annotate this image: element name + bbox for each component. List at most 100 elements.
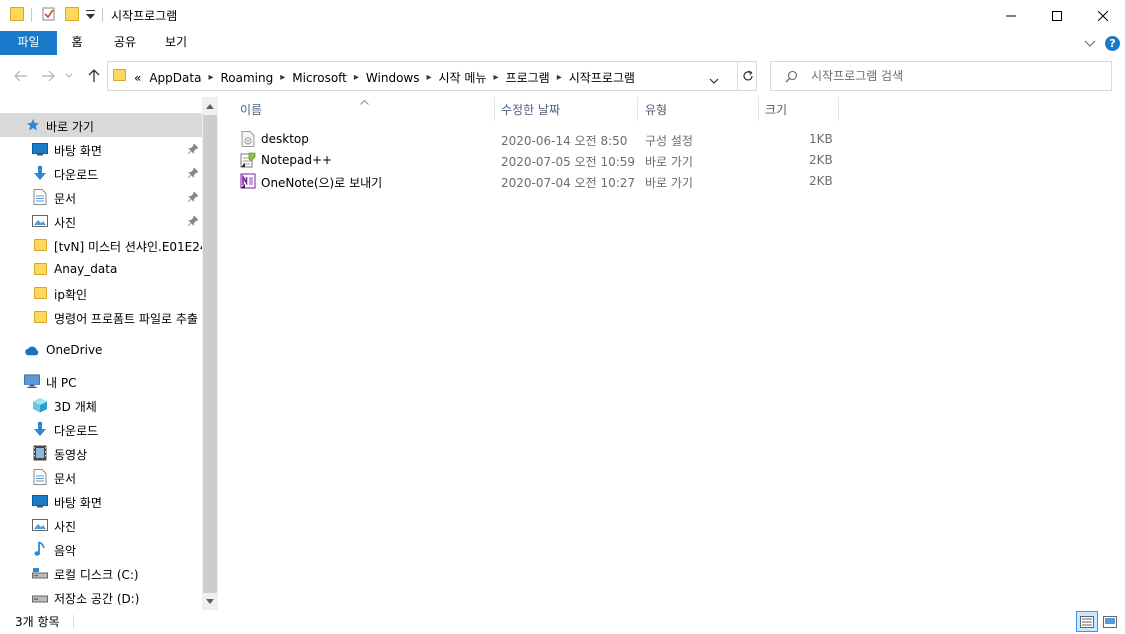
sidebar-item-this-pc[interactable]: 내 PC [0, 369, 202, 393]
large-icons-view-button[interactable] [1099, 611, 1121, 632]
breadcrumb-separator-icon[interactable]: ▸ [554, 72, 565, 83]
column-header-date[interactable]: 수정한 날짜 [501, 97, 560, 124]
sidebar-item-desktop[interactable]: 바탕 화면 [0, 137, 202, 161]
tab-file[interactable]: 파일 [0, 31, 57, 55]
sidebar-item-onedrive[interactable]: OneDrive [0, 338, 202, 362]
status-bar: 3개 항목 [0, 610, 1125, 634]
sidebar-item-pictures[interactable]: 사진 [0, 209, 202, 233]
file-list: 이름 수정한 날짜 유형 크기 desktop 2020-06-14 오전 8:… [218, 97, 1125, 610]
up-button[interactable] [85, 68, 103, 84]
sidebar-item-label: 문서 [54, 192, 77, 206]
item-count: 3개 항목 [15, 615, 60, 629]
sidebar-item-tvn-folder[interactable]: [tvN] 미스터 션샤인.E01E24 [0, 233, 202, 257]
breadcrumb-separator-icon[interactable]: ▸ [351, 72, 362, 83]
column-header-size[interactable]: 크기 [765, 97, 787, 124]
breadcrumb-roaming[interactable]: Roaming [216, 71, 277, 85]
sidebar-item-3d-objects[interactable]: 3D 개체 [0, 393, 202, 417]
sort-ascending-icon [360, 94, 369, 108]
scroll-down-icon[interactable] [202, 593, 218, 609]
breadcrumb-programs[interactable]: 프로그램 [502, 69, 554, 86]
folder-icon [32, 309, 48, 325]
search-icon [785, 70, 798, 86]
sidebar-item-label: 문서 [54, 472, 77, 486]
back-button[interactable] [12, 68, 30, 84]
minimize-button[interactable] [988, 0, 1034, 31]
forward-button[interactable] [39, 68, 57, 84]
breadcrumb-separator-icon[interactable]: ▸ [423, 72, 434, 83]
details-view-button[interactable] [1076, 611, 1098, 632]
download-icon [32, 421, 48, 437]
sidebar-item-quick-access[interactable]: 바로 가기 [0, 113, 202, 137]
sidebar-item-label: 바탕 화면 [54, 496, 102, 510]
column-header-type[interactable]: 유형 [645, 97, 667, 124]
separator [31, 8, 32, 22]
file-type: 바로 가기 [645, 155, 693, 169]
column-divider[interactable] [494, 97, 495, 121]
column-divider[interactable] [637, 97, 638, 121]
breadcrumb-start-menu[interactable]: 시작 메뉴 [435, 69, 491, 86]
sidebar-item-label: OneDrive [46, 343, 103, 357]
refresh-button[interactable] [737, 62, 757, 90]
tab-share[interactable]: 공유 [103, 31, 147, 55]
sidebar-item-ip-check[interactable]: ip확인 [0, 281, 202, 305]
help-icon[interactable]: ? [1105, 36, 1120, 51]
computer-icon [24, 373, 40, 389]
sidebar-item-pc-pictures[interactable]: 사진 [0, 513, 202, 537]
breadcrumb-startup[interactable]: 시작프로그램 [565, 69, 639, 86]
tab-home[interactable]: 홈 [57, 31, 97, 55]
sidebar-item-pc-downloads[interactable]: 다운로드 [0, 417, 202, 441]
sidebar-item-local-disk-c[interactable]: 로컬 디스크 (C:) [0, 561, 202, 585]
sidebar-item-music[interactable]: 음악 [0, 537, 202, 561]
search-input[interactable] [811, 68, 1101, 84]
column-divider[interactable] [758, 97, 759, 121]
breadcrumb-appdata[interactable]: AppData [145, 71, 205, 85]
breadcrumb-overflow[interactable]: « [130, 71, 145, 85]
onedrive-icon [24, 342, 40, 358]
sidebar-item-storage-d[interactable]: 저장소 공간 (D:) [0, 585, 202, 609]
breadcrumb-separator-icon[interactable]: ▸ [277, 72, 288, 83]
close-button[interactable] [1080, 0, 1125, 31]
table-row[interactable]: Notepad++ 2020-07-05 오전 10:59 바로 가기 2KB [236, 150, 836, 171]
document-icon [32, 469, 48, 485]
breadcrumb-separator-icon[interactable]: ▸ [491, 72, 502, 83]
sidebar-item-downloads[interactable]: 다운로드 [0, 161, 202, 185]
search-box[interactable] [770, 61, 1112, 91]
sidebar-item-label: 사진 [54, 216, 77, 230]
sidebar-item-documents[interactable]: 문서 [0, 185, 202, 209]
tab-view[interactable]: 보기 [153, 31, 199, 55]
drive-icon [32, 565, 48, 581]
download-icon [32, 165, 48, 181]
breadcrumb-microsoft[interactable]: Microsoft [288, 71, 351, 85]
breadcrumb-windows[interactable]: Windows [362, 71, 424, 85]
sidebar-item-videos[interactable]: 동영상 [0, 441, 202, 465]
video-icon [32, 445, 48, 461]
sidebar-item-anay-data[interactable]: Anay_data [0, 257, 202, 281]
new-folder-icon[interactable] [65, 7, 79, 21]
column-divider[interactable] [838, 97, 839, 121]
maximize-button[interactable] [1034, 0, 1080, 31]
file-name: OneNote(으)로 보내기 [261, 176, 383, 190]
table-row[interactable]: desktop 2020-06-14 오전 8:50 구성 설정 1KB [236, 129, 836, 150]
sidebar-item-label: 내 PC [46, 376, 77, 390]
sidebar-item-pc-documents[interactable]: 문서 [0, 465, 202, 489]
expand-ribbon-icon[interactable] [1084, 37, 1096, 51]
recent-locations-chevron-icon[interactable] [63, 68, 75, 84]
file-size: 1KB [809, 132, 833, 146]
address-dropdown-icon[interactable] [709, 73, 719, 87]
customize-toolbar-icon[interactable] [86, 9, 95, 23]
breadcrumb-separator-icon[interactable]: ▸ [205, 72, 216, 83]
sidebar-item-command-prompt-folder[interactable]: 명령어 프로폼트 파일로 추출 [0, 305, 202, 329]
sidebar-item-pc-desktop[interactable]: 바탕 화면 [0, 489, 202, 513]
sidebar-item-label: 로컬 디스크 (C:) [54, 568, 139, 582]
table-row[interactable]: OneNote(으)로 보내기 2020-07-04 오전 10:27 바로 가… [236, 171, 836, 192]
properties-icon[interactable] [41, 6, 57, 22]
scroll-up-icon[interactable] [202, 98, 218, 114]
column-header-name[interactable]: 이름 [240, 97, 262, 124]
sidebar-item-label: Anay_data [54, 262, 118, 276]
sidebar-item-label: [tvN] 미스터 션샤인.E01E24 [54, 240, 202, 254]
address-bar[interactable]: « AppData ▸ Roaming ▸ Microsoft ▸ Window… [107, 61, 757, 91]
picture-icon [32, 213, 48, 229]
notepad-plus-plus-icon [240, 152, 256, 168]
file-size: 2KB [809, 174, 833, 188]
sidebar-scrollbar-thumb[interactable] [203, 115, 217, 593]
